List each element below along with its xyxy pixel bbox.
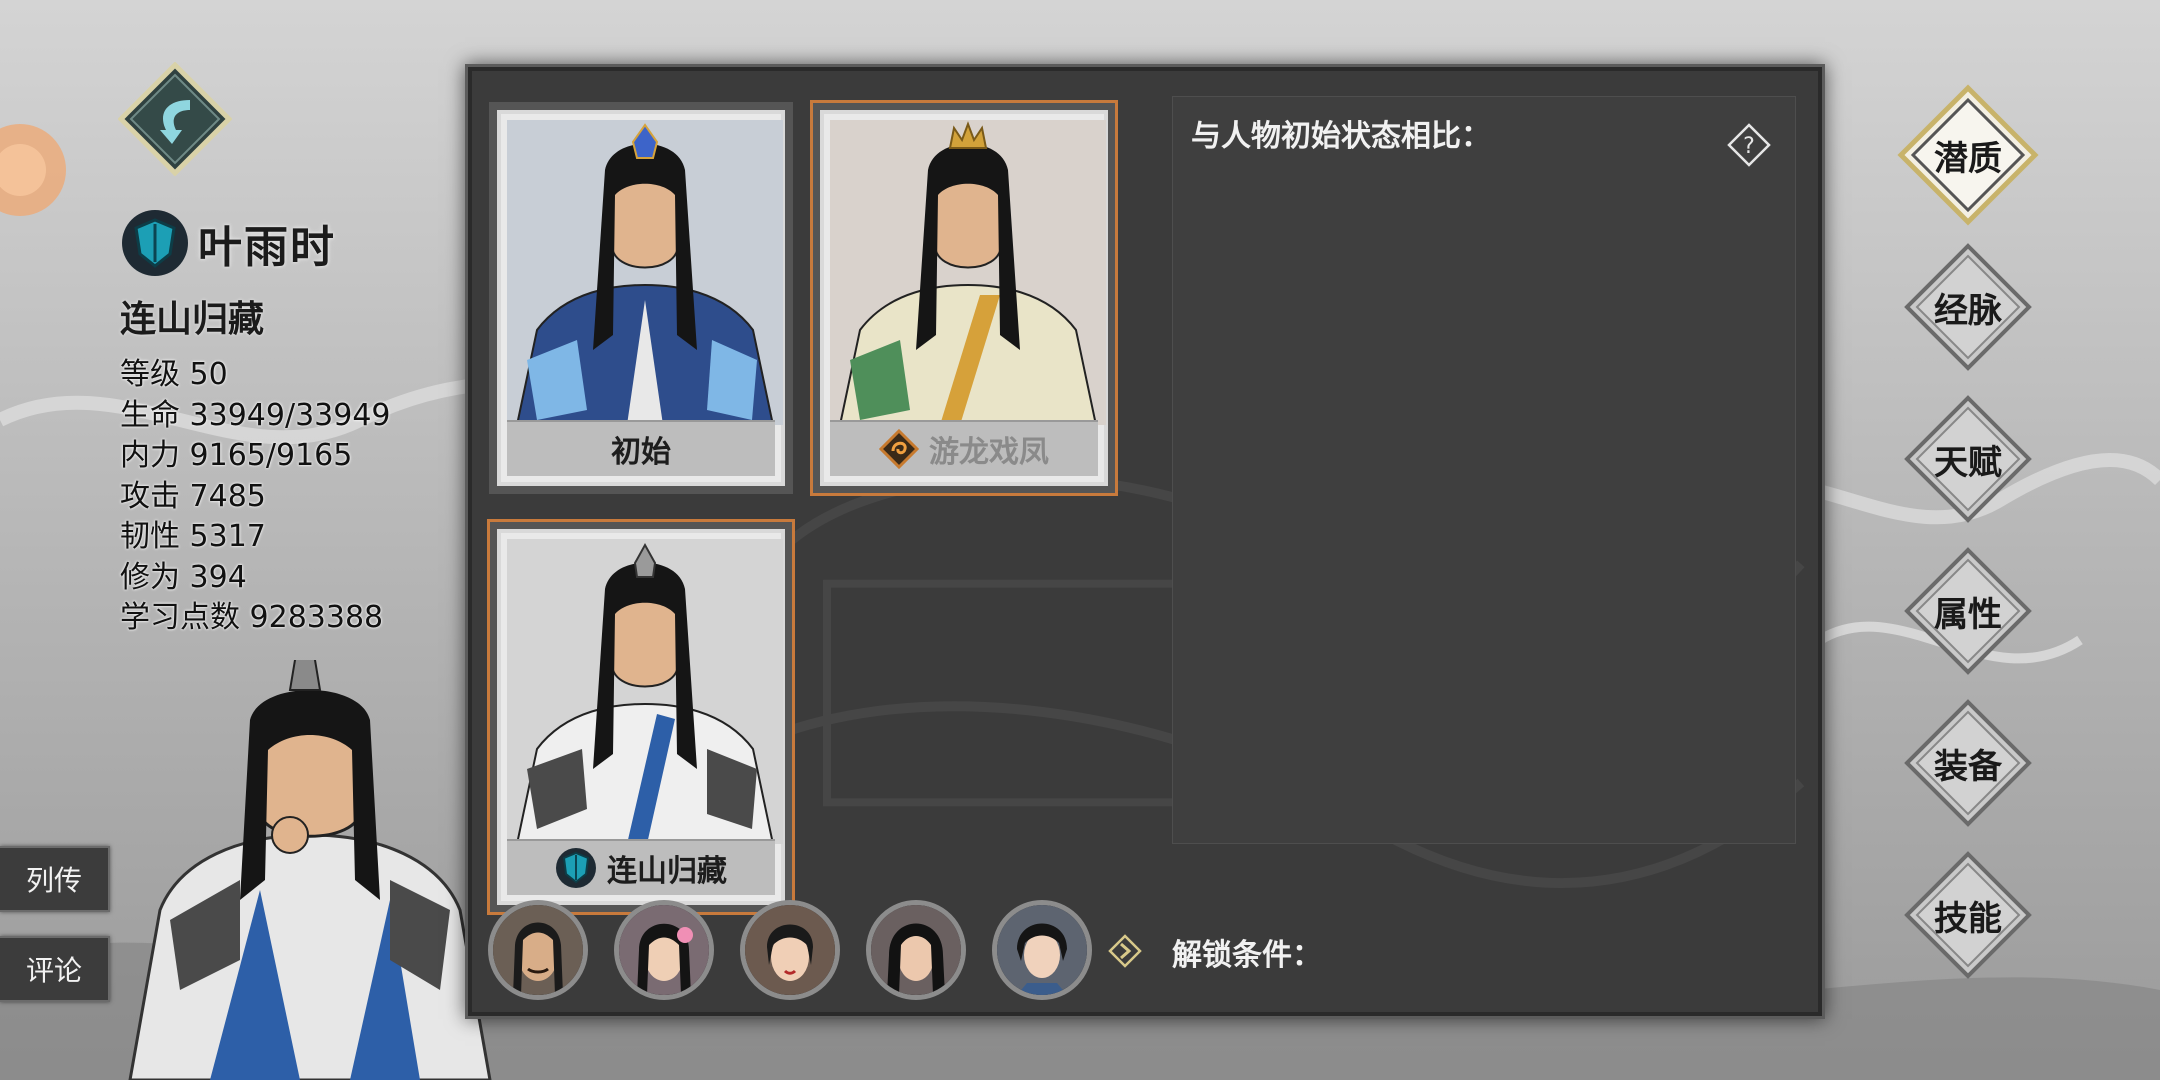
compare-title: 与人物初始状态相比： bbox=[1191, 119, 1491, 154]
back-button[interactable] bbox=[117, 61, 233, 177]
stat-attack: 攻击 7485 bbox=[120, 478, 266, 514]
nav-equipment[interactable]: 装备 bbox=[1897, 692, 2039, 834]
shield-icon bbox=[556, 848, 596, 888]
nav-label: 天赋 bbox=[1934, 442, 2002, 483]
avatar-face-icon bbox=[871, 905, 961, 995]
card-label-text: 游龙戏凤 bbox=[929, 435, 1049, 470]
nav-label: 潜质 bbox=[1934, 138, 2002, 179]
avatar-female-red-lips[interactable] bbox=[740, 900, 840, 1000]
nav-label: 技能 bbox=[1934, 898, 2002, 939]
stat-hp: 生命 33949/33949 bbox=[120, 397, 391, 433]
avatar-face-icon bbox=[997, 905, 1087, 995]
card-frame: 连山归藏 bbox=[497, 529, 785, 905]
hero-name: 叶雨时 bbox=[198, 222, 336, 273]
avatar-male-mustache[interactable] bbox=[488, 900, 588, 1000]
nav-potential[interactable]: 潜质 bbox=[1897, 84, 2039, 226]
card-frame: 初始 bbox=[497, 110, 785, 486]
avatar-face-icon bbox=[619, 905, 709, 995]
card-label-text: 初始 bbox=[611, 435, 671, 470]
avatar-face-icon bbox=[745, 905, 835, 995]
hero-stats: 等级 50 生命 33949/33949 内力 9165/9165 攻击 748… bbox=[120, 355, 391, 639]
unlock-conditions-label: 解锁条件： bbox=[1172, 938, 1322, 973]
portrait-blue-robe bbox=[507, 120, 783, 425]
shield-icon bbox=[122, 210, 188, 276]
nav-skills[interactable]: 技能 bbox=[1897, 844, 2039, 986]
nav-label: 属性 bbox=[1934, 594, 2002, 635]
hero-title: 连山归藏 bbox=[120, 299, 265, 340]
back-arrow-icon bbox=[117, 61, 233, 177]
card-lianshan-outfit[interactable]: 连山归藏 bbox=[487, 519, 795, 915]
avatar-female-pink-flower[interactable] bbox=[614, 900, 714, 1000]
next-arrow-button[interactable] bbox=[1108, 934, 1142, 968]
card-initial-outfit[interactable]: 初始 bbox=[489, 102, 793, 494]
stat-learning-points: 学习点数 9283388 bbox=[120, 600, 384, 635]
nav-label: 经脉 bbox=[1934, 290, 2002, 331]
stat-toughness: 韧性 5317 bbox=[120, 519, 266, 554]
card-youlong-outfit[interactable]: 游龙戏凤 bbox=[810, 100, 1118, 496]
stat-cultivation: 修为 394 bbox=[120, 559, 247, 595]
nav-talent[interactable]: 天赋 bbox=[1897, 388, 2039, 530]
card-label: 连山归藏 bbox=[507, 839, 775, 895]
portrait-white-armor bbox=[507, 539, 783, 844]
nav-meridians[interactable]: 经脉 bbox=[1897, 236, 2039, 378]
orange-swirl-icon bbox=[879, 429, 919, 469]
avatar-female-dark-hair[interactable] bbox=[866, 900, 966, 1000]
tab-biography[interactable]: 列传 bbox=[0, 846, 110, 912]
chevron-right-icon bbox=[1108, 934, 1142, 968]
card-label: 游龙戏凤 bbox=[830, 420, 1098, 476]
help-button[interactable]: ? bbox=[1727, 123, 1771, 167]
stat-mp: 内力 9165/9165 bbox=[120, 438, 353, 473]
stat-level: 等级 50 bbox=[120, 357, 228, 392]
avatar-female-blue-dress[interactable] bbox=[992, 900, 1092, 1000]
card-frame: 游龙戏凤 bbox=[820, 110, 1108, 486]
nav-attributes[interactable]: 属性 bbox=[1897, 540, 2039, 682]
hero-header: 叶雨时 bbox=[120, 208, 336, 278]
question-icon: ? bbox=[1727, 123, 1771, 167]
portrait-cream-robe bbox=[830, 120, 1106, 425]
avatar-face-icon bbox=[493, 905, 583, 995]
hero-portrait bbox=[128, 660, 492, 1080]
tab-comments[interactable]: 评论 bbox=[0, 936, 110, 1002]
card-label-text: 连山归藏 bbox=[607, 854, 727, 889]
compare-panel: 与人物初始状态相比： ? bbox=[1172, 96, 1796, 844]
help-glyph: ? bbox=[1743, 134, 1755, 159]
nav-label: 装备 bbox=[1934, 746, 2002, 787]
card-label: 初始 bbox=[507, 420, 775, 476]
